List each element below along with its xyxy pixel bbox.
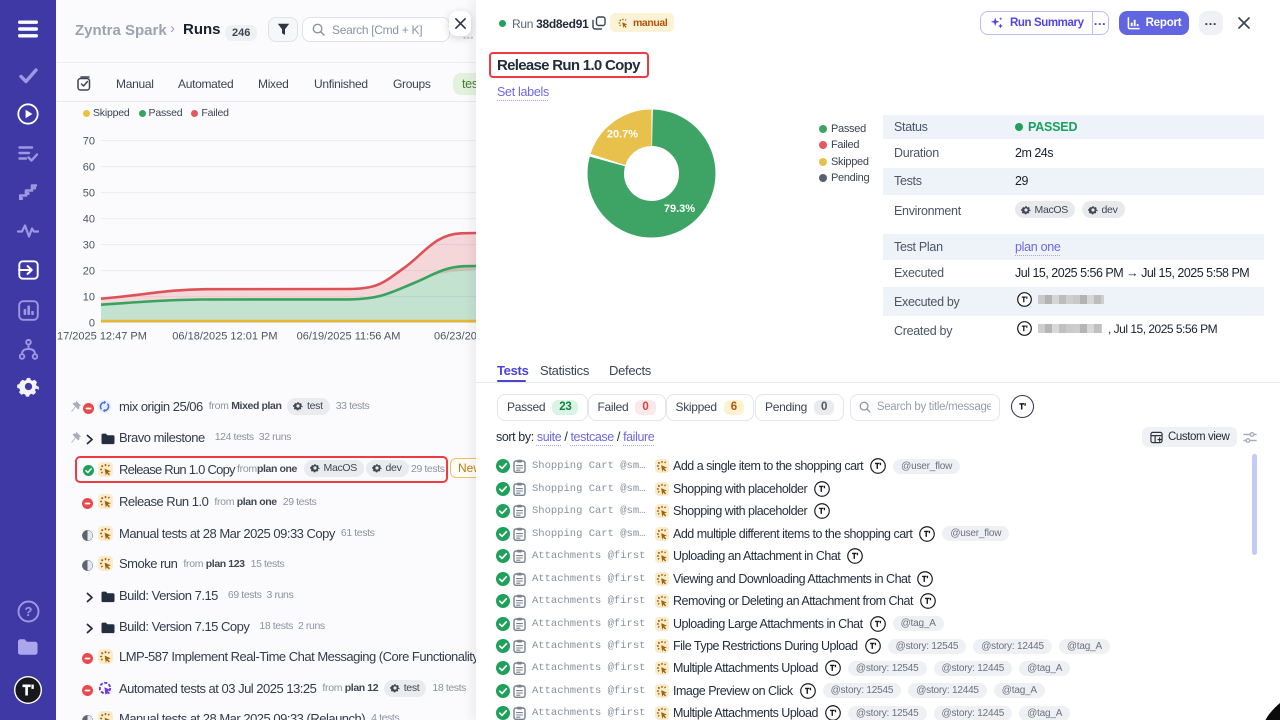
svg-text:20: 20	[83, 266, 95, 278]
svg-text:06/18/2025 12:01 PM: 06/18/2025 12:01 PM	[172, 331, 277, 343]
svg-text:20.7%: 20.7%	[607, 129, 638, 141]
svg-text:06/23/202: 06/23/202	[434, 331, 476, 343]
svg-text:60: 60	[83, 162, 95, 174]
svg-text:?: ?	[24, 604, 32, 619]
svg-text:06/19/2025 11:56 AM: 06/19/2025 11:56 AM	[297, 331, 401, 343]
svg-text:70: 70	[83, 136, 95, 148]
svg-text:40: 40	[83, 214, 95, 226]
svg-text:79.3%: 79.3%	[664, 203, 695, 215]
svg-text:17/2025 12:47 PM: 17/2025 12:47 PM	[57, 331, 147, 343]
svg-text:0: 0	[89, 318, 95, 330]
svg-text:50: 50	[83, 188, 95, 200]
svg-text:30: 30	[83, 240, 95, 252]
svg-text:10: 10	[83, 292, 95, 304]
